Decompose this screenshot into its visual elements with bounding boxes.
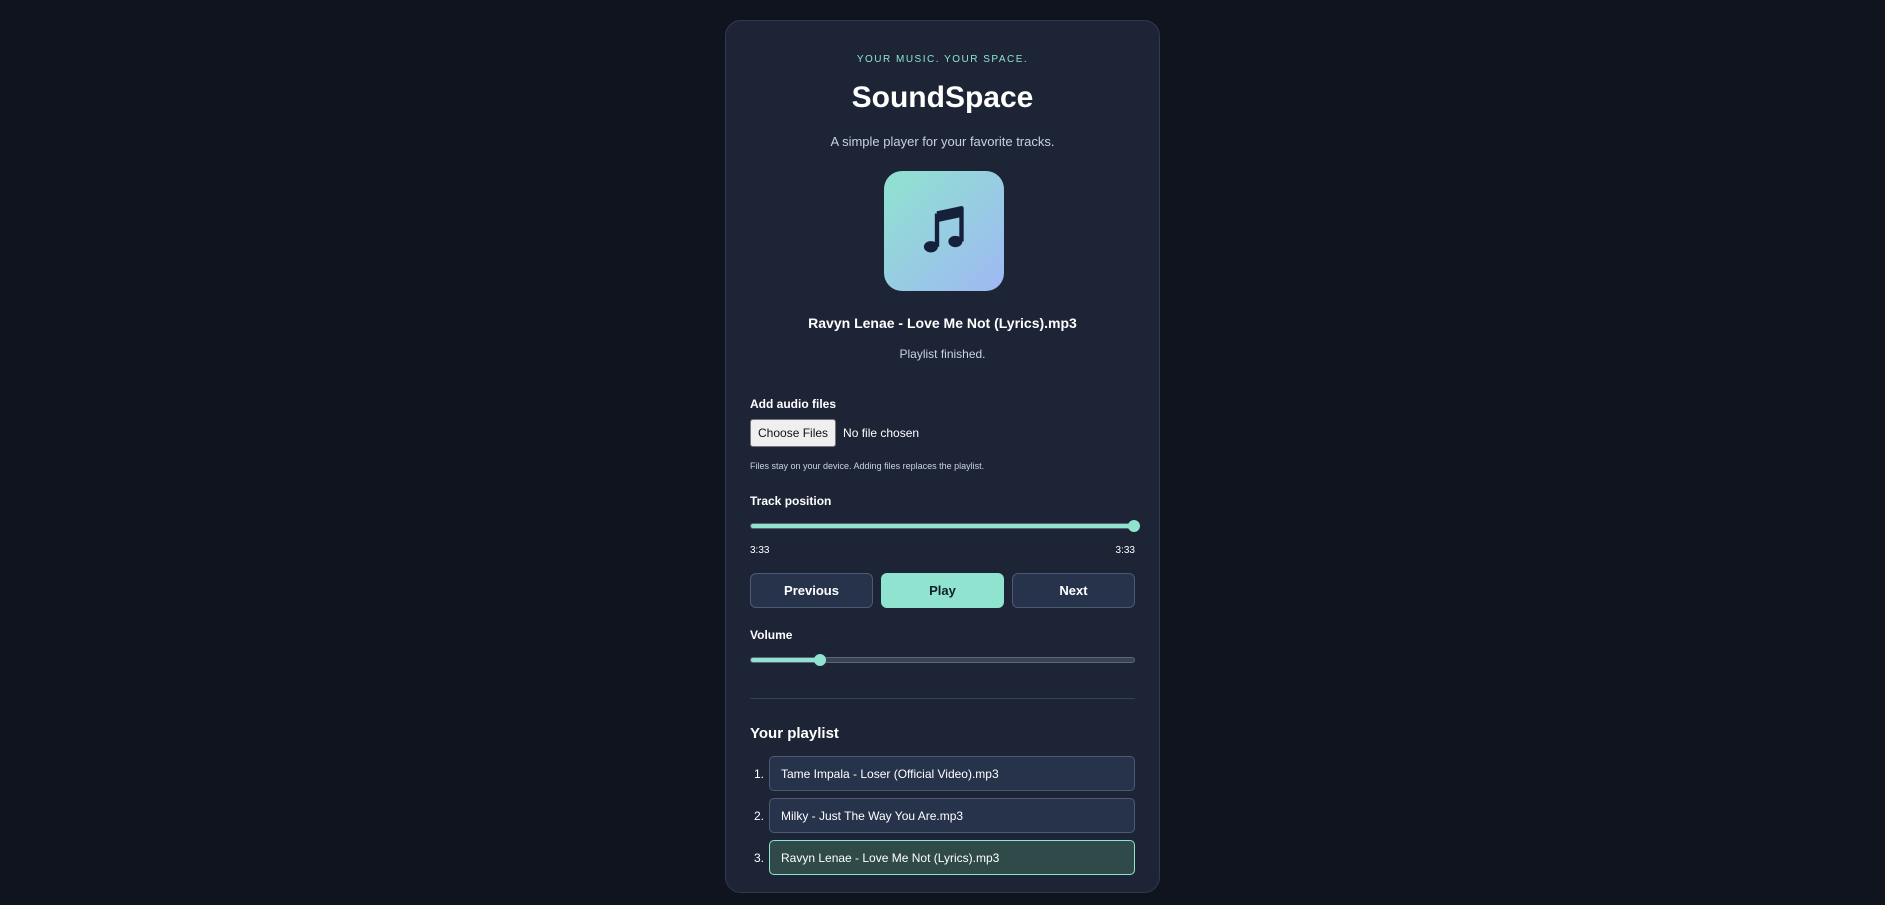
now-playing-title: Ravyn Lenae - Love Me Not (Lyrics).mp3 (808, 315, 1077, 331)
playlist-item: 1. Tame Impala - Loser (Official Video).… (750, 756, 1135, 791)
playlist: 1. Tame Impala - Loser (Official Video).… (750, 756, 1135, 882)
playlist-item: 3. Ravyn Lenae - Love Me Not (Lyrics).mp… (750, 840, 1135, 875)
volume-slider[interactable] (750, 654, 1135, 666)
playback-status: Playlist finished. (899, 347, 986, 361)
play-button[interactable]: Play (881, 573, 1004, 608)
previous-button[interactable]: Previous (750, 573, 873, 608)
file-chosen-text: No file chosen (843, 426, 920, 440)
volume-fill (751, 658, 820, 662)
next-button[interactable]: Next (1012, 573, 1135, 608)
music-note-icon (923, 206, 964, 253)
track-position-thumb[interactable] (1128, 520, 1140, 532)
current-time: 3:33 (750, 545, 770, 556)
playlist-item-number: 3. (753, 850, 764, 865)
track-position-label: Track position (750, 494, 832, 508)
tagline: YOUR MUSIC. YOUR SPACE. (856, 54, 1029, 65)
app-title: SoundSpace (851, 81, 1034, 114)
app-subtitle: A simple player for your favorite tracks… (830, 134, 1055, 149)
playlist-item-button[interactable]: Milky - Just The Way You Are.mp3 (769, 798, 1135, 833)
playlist-title: Your playlist (750, 725, 839, 742)
player-card: YOUR MUSIC. YOUR SPACE. SoundSpace A sim… (725, 20, 1160, 893)
track-position-slider[interactable] (750, 520, 1140, 532)
track-position-fill (751, 524, 1134, 528)
playlist-item-button-active[interactable]: Ravyn Lenae - Love Me Not (Lyrics).mp3 (769, 840, 1135, 875)
album-art (884, 171, 1004, 291)
playlist-item-number: 2. (753, 808, 764, 823)
file-input[interactable]: Choose Files No file chosen (750, 419, 919, 447)
file-hint: Files stay on your device. Adding files … (750, 461, 985, 471)
playback-controls: Previous Play Next (750, 573, 1135, 608)
add-files-label: Add audio files (750, 397, 837, 411)
choose-files-button[interactable]: Choose Files (750, 419, 837, 447)
playlist-item-button[interactable]: Tame Impala - Loser (Official Video).mp3 (769, 756, 1135, 791)
volume-label: Volume (750, 628, 793, 642)
playlist-item-number: 1. (753, 766, 764, 781)
divider (750, 698, 1135, 699)
total-time: 3:33 (1115, 545, 1135, 556)
volume-thumb[interactable] (813, 654, 826, 666)
playlist-item: 2. Milky - Just The Way You Are.mp3 (750, 798, 1135, 833)
